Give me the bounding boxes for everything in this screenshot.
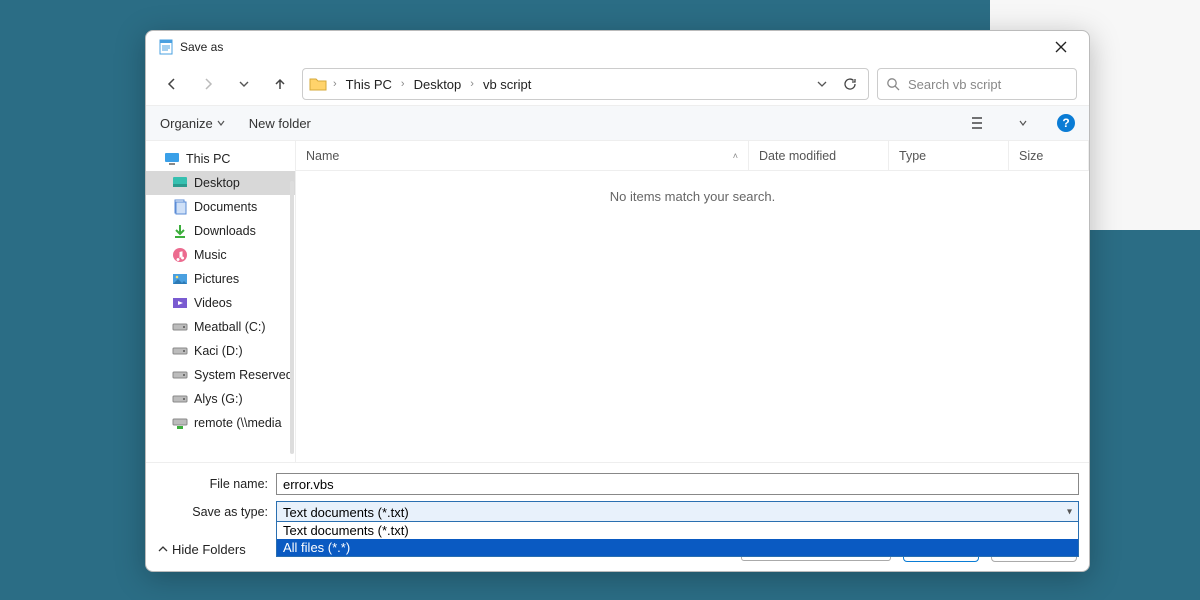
breadcrumb-this-pc[interactable]: This PC — [341, 75, 397, 94]
dialog-body: This PC Desktop Documents Downloads Music Pic… — [146, 141, 1089, 462]
desktop-icon — [172, 175, 188, 191]
type-option[interactable]: Text documents (*.txt) — [277, 522, 1078, 539]
dialog-title: Save as — [180, 40, 223, 54]
filename-label: File name: — [156, 477, 276, 491]
refresh-icon — [843, 77, 857, 91]
sidebar-item-label: Music — [194, 248, 227, 262]
monitor-icon — [164, 151, 180, 167]
back-button[interactable] — [158, 70, 186, 98]
help-button[interactable]: ? — [1057, 114, 1075, 132]
breadcrumb-bar[interactable]: › This PC › Desktop › vb script — [302, 68, 869, 100]
type-option[interactable]: All files (*.*) — [277, 539, 1078, 556]
breadcrumb-dropdown-button[interactable] — [810, 72, 834, 96]
organize-menu[interactable]: Organize — [160, 116, 225, 131]
sidebar: This PC Desktop Documents Downloads Music Pic… — [146, 141, 296, 462]
netdrive-icon — [172, 415, 188, 431]
navigation-row: › This PC › Desktop › vb script Search v… — [146, 63, 1089, 105]
drive-icon — [172, 343, 188, 359]
notepad-icon — [158, 39, 174, 55]
save-as-type-label: Save as type: — [156, 505, 276, 519]
chevron-down-icon: ▾ — [1067, 507, 1072, 518]
documents-icon — [172, 199, 188, 215]
titlebar: Save as — [146, 31, 1089, 63]
sidebar-item-documents[interactable]: Documents — [146, 195, 295, 219]
chevron-right-icon: › — [401, 78, 405, 90]
downloads-icon — [172, 223, 188, 239]
save-as-type-value: Text documents (*.txt) — [283, 505, 409, 520]
column-header-size[interactable]: Size — [1009, 141, 1089, 170]
column-header-date[interactable]: Date modified — [749, 141, 889, 170]
sidebar-item-kaci-d[interactable]: Kaci (D:) — [146, 339, 295, 363]
refresh-button[interactable] — [838, 72, 862, 96]
search-box[interactable]: Search vb script — [877, 68, 1077, 100]
file-list-panel: Name˄ Date modified Type Size No items m… — [296, 141, 1089, 462]
close-icon — [1055, 41, 1067, 53]
arrow-up-icon — [272, 76, 288, 92]
chevron-right-icon: › — [470, 78, 474, 90]
empty-state-message: No items match your search. — [296, 171, 1089, 462]
chevron-right-icon: › — [333, 78, 337, 90]
column-headers: Name˄ Date modified Type Size — [296, 141, 1089, 171]
chevron-up-icon — [158, 544, 168, 554]
sidebar-item-label: remote (\\media — [194, 416, 282, 430]
sidebar-item-this-pc[interactable]: This PC — [146, 147, 295, 171]
save-as-dialog: Save as › This PC › Desktop › vb script … — [145, 30, 1090, 572]
sidebar-item-label: System Reserved — [194, 368, 293, 382]
drive-icon — [172, 319, 188, 335]
sidebar-item-system-reserved[interactable]: System Reserved — [146, 363, 295, 387]
folder-icon — [309, 75, 327, 93]
sort-indicator-icon: ˄ — [733, 151, 738, 161]
sidebar-item-label: Meatball (C:) — [194, 320, 266, 334]
column-header-name[interactable]: Name˄ — [296, 141, 749, 170]
up-button[interactable] — [266, 70, 294, 98]
filename-input[interactable] — [276, 473, 1079, 495]
breadcrumb-vb-script[interactable]: vb script — [478, 75, 536, 94]
sidebar-scrollbar[interactable] — [290, 181, 294, 454]
hide-folders-button[interactable]: Hide Folders — [158, 542, 246, 557]
sidebar-item-alys-g[interactable]: Alys (G:) — [146, 387, 295, 411]
sidebar-item-label: Pictures — [194, 272, 239, 286]
drive-icon — [172, 367, 188, 383]
chevron-down-icon — [217, 119, 225, 127]
arrow-right-icon — [200, 76, 216, 92]
sidebar-item-music[interactable]: Music — [146, 243, 295, 267]
breadcrumb-desktop[interactable]: Desktop — [409, 75, 467, 94]
search-icon — [886, 77, 900, 91]
forward-button[interactable] — [194, 70, 222, 98]
view-dropdown-button[interactable] — [1013, 113, 1033, 133]
sidebar-item-label: Alys (G:) — [194, 392, 243, 406]
sidebar-item-label: Documents — [194, 200, 257, 214]
save-as-type-dropdown: Text documents (*.txt)All files (*.*) — [276, 521, 1079, 557]
sidebar-item-label: Desktop — [194, 176, 240, 190]
sidebar-item-label: This PC — [186, 152, 230, 166]
new-folder-button[interactable]: New folder — [249, 116, 311, 131]
drive-icon — [172, 391, 188, 407]
chevron-down-icon — [1019, 119, 1027, 127]
recent-locations-button[interactable] — [230, 70, 258, 98]
sidebar-item-downloads[interactable]: Downloads — [146, 219, 295, 243]
sidebar-item-remote-media[interactable]: remote (\\media — [146, 411, 295, 435]
save-as-type-combo[interactable]: Text documents (*.txt) ▾ — [276, 501, 1079, 523]
sidebar-item-desktop[interactable]: Desktop — [146, 171, 295, 195]
pictures-icon — [172, 271, 188, 287]
chevron-down-icon — [817, 79, 827, 89]
chevron-down-icon — [239, 79, 249, 89]
view-options-button[interactable] — [969, 113, 989, 133]
help-icon: ? — [1062, 116, 1069, 130]
list-view-icon — [971, 116, 987, 130]
sidebar-item-meatball-c[interactable]: Meatball (C:) — [146, 315, 295, 339]
sidebar-item-pictures[interactable]: Pictures — [146, 267, 295, 291]
arrow-left-icon — [164, 76, 180, 92]
sidebar-item-label: Videos — [194, 296, 232, 310]
sidebar-item-label: Kaci (D:) — [194, 344, 243, 358]
sidebar-item-videos[interactable]: Videos — [146, 291, 295, 315]
column-header-type[interactable]: Type — [889, 141, 1009, 170]
form-area: File name: Save as type: Text documents … — [146, 462, 1089, 527]
search-placeholder: Search vb script — [908, 77, 1001, 92]
close-button[interactable] — [1041, 33, 1081, 61]
toolbar: Organize New folder ? — [146, 105, 1089, 141]
music-icon — [172, 247, 188, 263]
videos-icon — [172, 295, 188, 311]
sidebar-item-label: Downloads — [194, 224, 256, 238]
